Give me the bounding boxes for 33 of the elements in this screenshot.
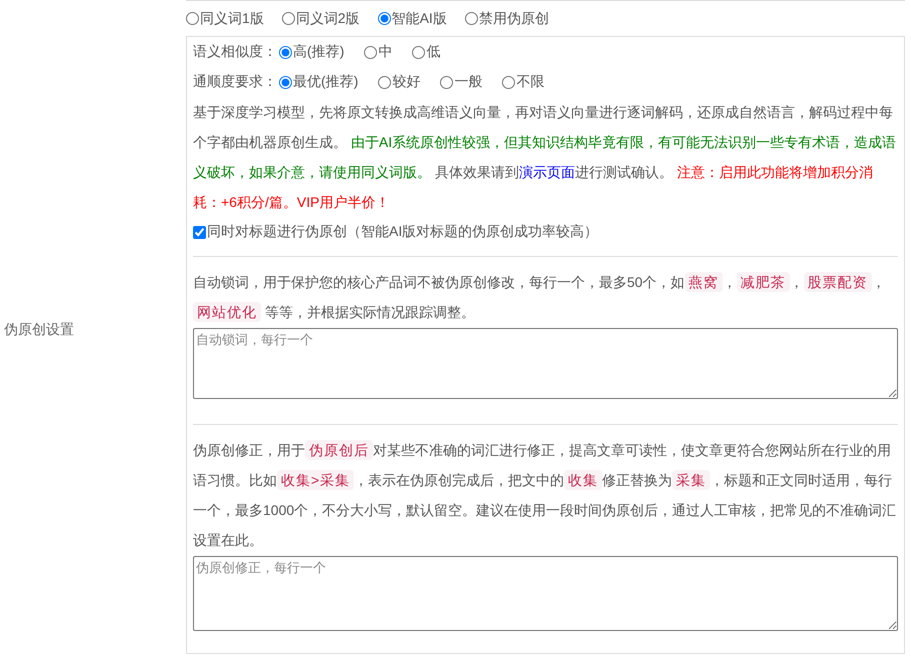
corrections-field[interactable]: 伪原创修正，每行一个 bbox=[193, 556, 898, 631]
radio-button[interactable] bbox=[412, 46, 426, 58]
radio-label: 低 bbox=[426, 43, 440, 61]
radio-label: 禁用伪原创 bbox=[478, 10, 549, 28]
setting-label: 通顺度要求： bbox=[193, 73, 277, 91]
radio-button[interactable] bbox=[378, 76, 392, 88]
section-label: 伪原创设置 bbox=[3, 320, 75, 339]
radio-label: 较好 bbox=[392, 73, 420, 91]
radio-label: 高(推荐) bbox=[293, 43, 344, 61]
radio-label: 中 bbox=[378, 43, 392, 61]
radio-button[interactable] bbox=[464, 12, 478, 25]
radio-button[interactable] bbox=[282, 12, 295, 25]
radio-label: 同义词2版 bbox=[296, 10, 360, 28]
radio-button[interactable] bbox=[440, 76, 454, 88]
checkbox[interactable] bbox=[193, 226, 206, 238]
radio-label: 一般 bbox=[454, 73, 482, 91]
radio-label: 同义词1版 bbox=[200, 10, 264, 28]
radio-button[interactable] bbox=[279, 76, 292, 88]
description-text: 伪原创修正，用于 伪原创后 对某些不准确的词汇进行修正，提高文章可读性，使文章更符合您网站所在行业的用语习惯。比如 收集>采集 ，表示在伪原创完成后，把文中的 收集 修正替换为 采集 ，标题和正文同时适用，每行一个，最多1000个，不分大小写，默认留空。建议在使用一段时间伪原创后，通过人工审核，把常见的不准确词汇设置在此。 bbox=[193, 439, 898, 550]
radio-label: 智能AI版 bbox=[392, 10, 447, 28]
description-text: 自动锁词，用于保护您的核心产品词不被伪原创修改，每行一个，最多50个，如 燕窝 ， 减肥茶 ， 股票配资 ， 网站优化 等等，并根据实际情况跟踪调整。 bbox=[193, 271, 887, 324]
radio-label: 不限 bbox=[516, 73, 544, 91]
lock-words-field[interactable]: 自动锁词，每行一个 bbox=[193, 328, 898, 399]
checkbox-label: 同时对标题进行伪原创（智能AI版对标题的伪原创成功率较高） bbox=[207, 223, 598, 241]
setting-label: 语义相似度： bbox=[193, 43, 277, 61]
description-text: 基于深度学习模型，先将原文转换成高维语义向量，再对语义向量进行逐词解码，还原成自然语言，解码过程中每个字都由机器原创生成。 由于AI系统原创性较强，但其知识结构毕竟有限，有可能无法识别一些专有术语，造成语义破坏，如果介意，请使用同义词版。 具体效果请到演示页面进行测试确认。 注意：启用此功能将增加积分消耗：+6积分/篇。VIP用户半价！ bbox=[193, 103, 898, 212]
radio-button[interactable] bbox=[279, 46, 292, 58]
radio-button[interactable] bbox=[186, 12, 199, 25]
demo-page-link[interactable]: 演示页面 bbox=[518, 164, 575, 180]
radio-label: 最优(推荐) bbox=[293, 73, 358, 91]
radio-button[interactable] bbox=[502, 76, 516, 88]
radio-button[interactable] bbox=[364, 46, 378, 58]
radio-button[interactable] bbox=[378, 12, 391, 25]
